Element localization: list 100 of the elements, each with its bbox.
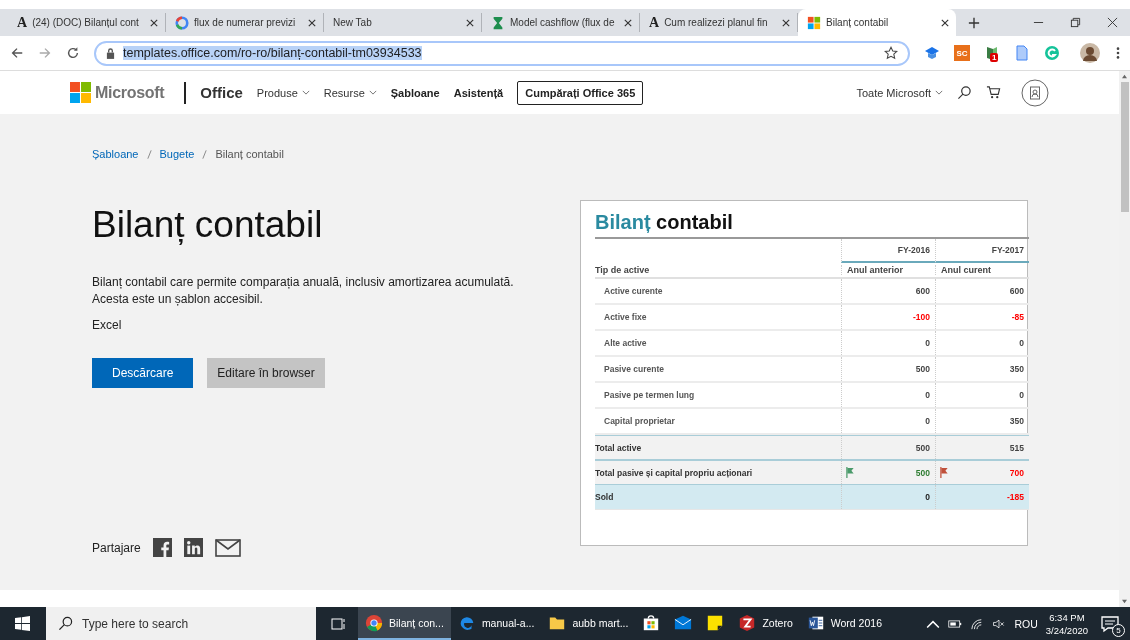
page-title: Bilanț contabil [92, 204, 324, 246]
avatar-icon[interactable] [1080, 43, 1100, 63]
taskbar-app[interactable]: aubb mart... [541, 607, 636, 640]
sticky-note-icon [706, 613, 725, 632]
site-icon: A [649, 14, 660, 31]
notification-count: 5 [1112, 623, 1125, 637]
row-label: Active fixe [603, 311, 648, 324]
breadcrumb[interactable]: Șabloane [92, 148, 139, 160]
clock[interactable]: 6:34 PM 3/24/2020 [1045, 610, 1088, 637]
table-cell: 500 [915, 467, 930, 478]
table-cell: 0 [1019, 338, 1024, 348]
document-icon[interactable] [1014, 45, 1030, 61]
row-label: Total pasive și capital propriu acționari [595, 466, 754, 480]
column-header: FY-2017 [935, 239, 1029, 263]
close-icon[interactable] [150, 18, 158, 27]
notifications-icon[interactable] [1100, 613, 1120, 634]
menu-icon[interactable] [1116, 46, 1120, 60]
close-icon[interactable] [941, 18, 949, 27]
brand-name[interactable]: Microsoft [95, 83, 165, 102]
table-cell: 0 [925, 390, 930, 400]
breadcrumb-separator [146, 149, 152, 159]
table-cell: 350 [1009, 364, 1024, 374]
windows-start-icon[interactable] [15, 616, 30, 631]
close-icon[interactable] [624, 18, 632, 27]
nav-link[interactable]: Șabloane [390, 86, 440, 99]
graduation-cap-icon[interactable] [924, 45, 940, 61]
taskbar-app[interactable]: Zotero [731, 607, 800, 640]
language-indicator[interactable]: ROU [1014, 617, 1038, 630]
mail-icon [674, 613, 693, 632]
table-cell: 515 [1009, 442, 1024, 453]
chevron-down-icon [368, 90, 377, 95]
table-cell: 700 [1009, 467, 1024, 478]
table-cell: -185 [1007, 492, 1024, 502]
breadcrumb: Bilanț contabil [215, 148, 284, 160]
google-icon [175, 15, 189, 30]
microsoft-logo-icon [70, 82, 91, 103]
muted-speaker-icon[interactable] [992, 617, 1007, 630]
edit-button[interactable]: Editare în browser [207, 358, 325, 388]
windows-logo-icon [807, 15, 821, 30]
search-icon [58, 616, 73, 631]
scrollbar-thumb[interactable] [1120, 82, 1129, 212]
browser-tab[interactable]: Model cashflow (flux de [482, 13, 640, 32]
table-cell: 0 [1019, 390, 1024, 400]
search-field[interactable]: Type here to search [46, 607, 316, 640]
browser-tab[interactable]: New Tab [324, 13, 482, 32]
scrollbar[interactable] [1119, 71, 1130, 607]
scroll-up-icon[interactable] [1121, 74, 1128, 79]
linkedin-icon[interactable] [183, 538, 203, 557]
row-label: Alte active [603, 337, 648, 350]
nav-link[interactable]: Toate Microsoft [856, 86, 943, 99]
close-icon[interactable] [466, 18, 474, 27]
profile-icon[interactable] [1021, 78, 1049, 107]
table-cell: 600 [915, 286, 930, 296]
table-cell: 350 [1009, 416, 1024, 426]
breadcrumb[interactable]: Bugete [159, 148, 195, 160]
lock-icon [106, 47, 115, 59]
zotero-icon [738, 613, 757, 632]
restore-icon[interactable] [1070, 17, 1081, 28]
row-label: Sold [595, 491, 615, 504]
mail-icon[interactable] [214, 538, 241, 557]
close-icon[interactable] [782, 18, 790, 27]
column-header: Anul anterior [841, 265, 935, 275]
browser-tab[interactable]: Bilanț contabil [798, 9, 956, 36]
reload-icon[interactable] [66, 46, 80, 60]
product-name[interactable]: Office [200, 84, 243, 101]
close-icon[interactable] [1107, 17, 1118, 28]
taskbar-app[interactable]: Bilanț con... [358, 607, 451, 640]
nav-link[interactable]: Resurse [323, 86, 377, 99]
browser-tab[interactable]: A (24) (DOC) Bilanțul cont [8, 13, 166, 32]
row-label: Pasive pe termen lung [603, 389, 696, 402]
browser-tab[interactable]: flux de numerar previzi [166, 13, 324, 32]
hourglass-icon [491, 15, 505, 30]
address-field[interactable]: templates.office.com/ro-ro/bilanț-contabil-tm03934533 [94, 40, 910, 66]
back-icon[interactable] [10, 46, 24, 60]
download-button[interactable]: Descărcare [92, 358, 194, 388]
star-icon[interactable] [884, 46, 898, 60]
nav-link[interactable]: Produse [256, 86, 310, 99]
facebook-icon[interactable] [152, 538, 172, 557]
close-icon[interactable] [308, 18, 316, 27]
table-cell: 0 [925, 492, 930, 502]
task-view-icon[interactable] [330, 615, 346, 632]
scroll-down-icon[interactable] [1121, 599, 1128, 604]
taskbar-app[interactable]: manual-a... [450, 607, 542, 640]
site-icon: A [17, 14, 28, 31]
search-icon[interactable] [957, 85, 972, 100]
row-label: Active curente [603, 285, 664, 298]
new-tab-icon[interactable] [968, 16, 980, 29]
taskbar-app[interactable]: Word 2016 [799, 607, 889, 640]
store-icon [642, 613, 661, 632]
notification-badge: 1 [990, 53, 999, 62]
nav-link[interactable]: Asistență [453, 86, 504, 99]
cart-icon[interactable] [986, 85, 1001, 100]
app-name: Excel [92, 318, 123, 332]
row-label: Total active [595, 441, 643, 455]
row-label: Capital proprietar [603, 415, 676, 428]
battery-icon[interactable] [948, 617, 963, 630]
table-cell: 0 [925, 338, 930, 348]
buy-button[interactable]: Cumpărați Office 365 [517, 80, 644, 105]
table-cell: -85 [1011, 312, 1024, 322]
column-header: Tip de active [595, 265, 651, 275]
